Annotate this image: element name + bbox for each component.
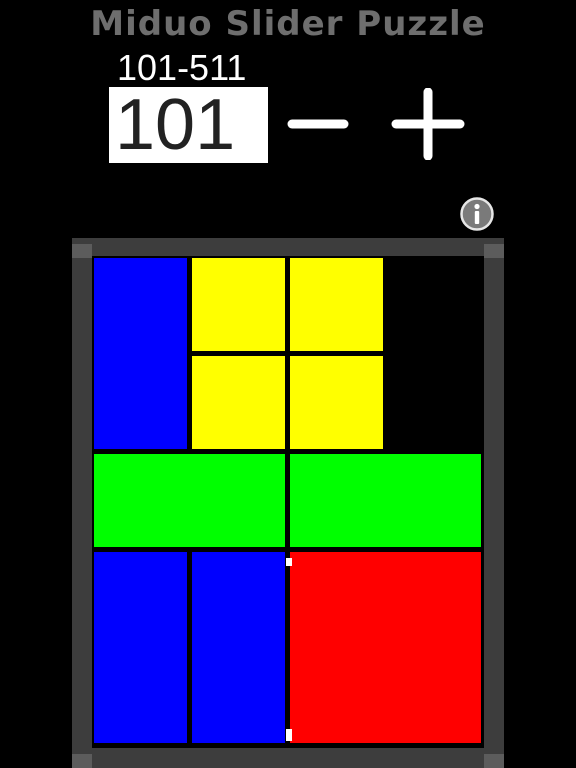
exit-marker-bottom <box>286 729 292 741</box>
minus-icon <box>287 119 349 129</box>
game-screen: Miduo Slider Puzzle 101-511 <box>0 0 576 768</box>
increase-level-button[interactable] <box>390 87 466 161</box>
frame-corner-top-right <box>484 244 504 258</box>
tile-yellow-1[interactable] <box>192 258 285 351</box>
info-icon <box>460 197 494 231</box>
tile-blue-2[interactable] <box>94 552 187 743</box>
tile-green-2[interactable] <box>290 454 481 547</box>
tile-yellow-3[interactable] <box>192 356 285 449</box>
tile-yellow-4[interactable] <box>290 356 383 449</box>
plus-icon <box>391 87 465 161</box>
level-range-label: 101-511 <box>117 47 247 88</box>
tile-red-1[interactable] <box>290 552 481 743</box>
info-button[interactable] <box>460 197 494 231</box>
tile-green-1[interactable] <box>94 454 285 547</box>
tile-blue-3[interactable] <box>192 552 285 743</box>
level-number-input[interactable] <box>109 87 268 163</box>
app-title: Miduo Slider Puzzle <box>90 4 486 44</box>
tile-blue-1[interactable] <box>94 258 187 449</box>
decrease-level-button[interactable] <box>284 100 352 148</box>
frame-corner-top-left <box>72 244 92 258</box>
exit-marker-top <box>286 558 292 566</box>
frame-corner-bottom-right <box>484 754 504 768</box>
frame-corner-bottom-left <box>72 754 92 768</box>
puzzle-board <box>92 256 484 748</box>
tile-yellow-2[interactable] <box>290 258 383 351</box>
